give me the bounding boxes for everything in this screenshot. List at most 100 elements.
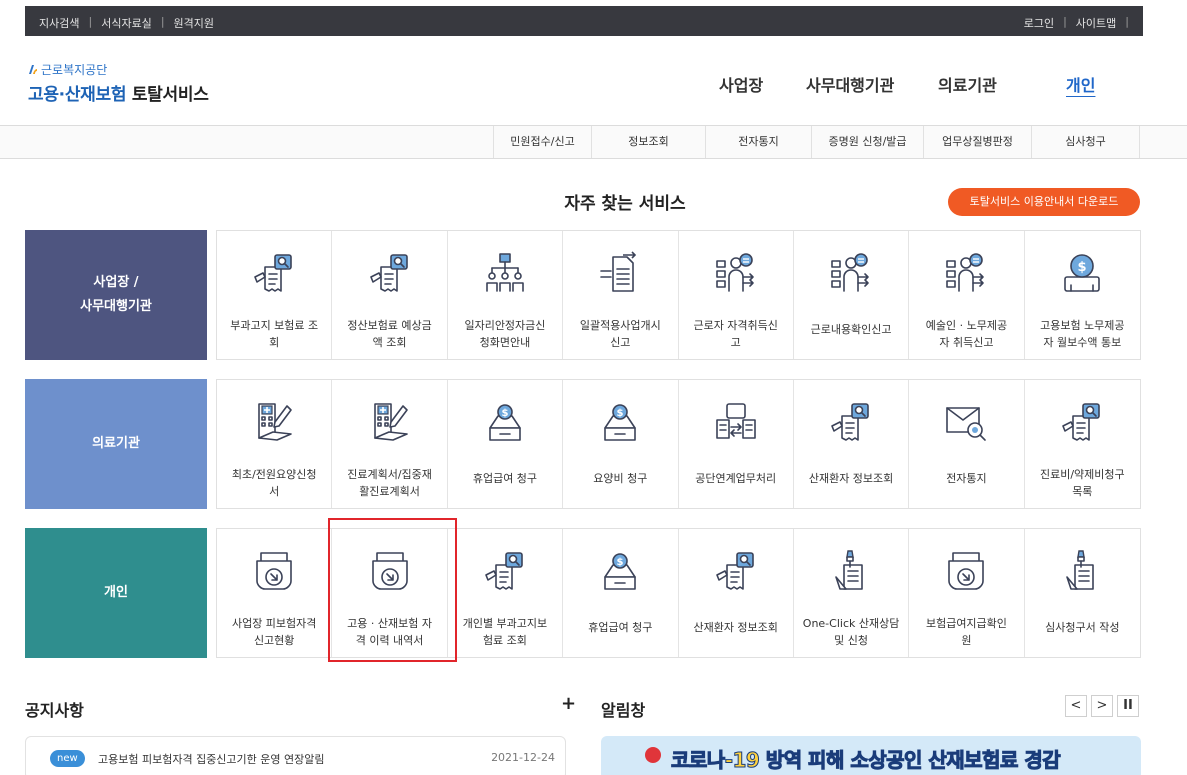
service-tile-label: 근로자 자격취득신고 — [683, 317, 789, 351]
service-tile-label: 정산보험료 예상금액 조회 — [336, 317, 442, 351]
service-tile-label-line: 산재환자 정보조회 — [693, 621, 778, 634]
service-tile-label: 산재환자 정보조회 — [683, 619, 789, 636]
login-link[interactable]: 로그인 — [1024, 15, 1054, 31]
notice-title: 공지사항 — [25, 701, 84, 720]
service-tile[interactable]: $ 요양비 청구 — [563, 380, 679, 508]
next-button[interactable]: > — [1091, 695, 1113, 717]
service-tile[interactable]: 보험급여지급확인 원 — [909, 529, 1025, 657]
pen-document-icon — [828, 549, 874, 593]
service-grid-personal: 사업장 피보험자격 신고현황 고용 · 산재보험 자격 이력 내역서 개인별 부과고지… — [216, 528, 1141, 658]
service-tile[interactable]: 최초/전원요양신청 서 — [217, 380, 333, 508]
service-tile-label-line: 고 — [730, 336, 741, 349]
nav-business[interactable]: 사업장 — [719, 72, 763, 96]
site-logo[interactable]: 근로복지공단 고용·산재보험 토탈서비스 — [28, 61, 209, 105]
banner-text: 코로나-19 방역 피해 소상공인 산재보험료 경감 — [670, 748, 1061, 773]
service-tile[interactable]: 진료계획서/집중재 활진료계획서 — [332, 380, 448, 508]
coin-box-icon: $ — [597, 400, 643, 444]
sitemap-link[interactable]: 사이트맵 — [1076, 15, 1116, 31]
category-label: 개인 — [104, 585, 128, 600]
pin-icon — [645, 747, 661, 763]
service-tile-label-line: 원 — [961, 634, 972, 647]
service-tile-label: 전자통지 — [913, 470, 1019, 487]
service-tile-label: 산재환자 정보조회 — [798, 470, 904, 487]
notice-item[interactable]: new 고용보험 피보험자격 집중신고기한 운영 연장알림 2021-12-24 — [25, 736, 566, 775]
separator: | — [1125, 15, 1129, 28]
service-tile-label-line: 진료계획서/집중재 — [347, 468, 432, 481]
service-tile-label: 근로내용확인신고 — [798, 321, 904, 338]
service-tile-label-line: 일자리안정자금신 — [464, 319, 546, 332]
service-tile-label: 부과고지 보험료 조회 — [221, 317, 327, 351]
service-tile-label: 요양비 청구 — [567, 470, 673, 487]
org-name-text: 근로복지공단 — [41, 63, 108, 77]
service-tile[interactable]: 근로내용확인신고 — [794, 231, 910, 359]
service-tile-label: 진료비/약제비청구 목록 — [1029, 466, 1136, 500]
service-tile[interactable]: 산재환자 정보조회 — [794, 380, 910, 508]
subnav-petition[interactable]: 민원접수/신고 — [493, 126, 592, 158]
service-tile[interactable]: 정산보험료 예상금액 조회 — [332, 231, 448, 359]
service-tile-label-line: 격 이력 내역서 — [355, 634, 424, 647]
branch-search-link[interactable]: 지사검색 — [39, 15, 79, 31]
coin-box-icon: $ — [597, 549, 643, 593]
forms-library-link[interactable]: 서식자료실 — [101, 15, 152, 31]
nav-agency[interactable]: 사무대행기관 — [806, 72, 894, 96]
service-tile-label-line: 근로자 자격취득신 — [693, 319, 778, 332]
document-arrow-icon — [597, 251, 643, 295]
subnav-disease-judgment[interactable]: 업무상질병판정 — [924, 126, 1032, 158]
service-tile[interactable]: 전자통지 — [909, 380, 1025, 508]
service-tile-label: 고용보험 노무제공자 월보수액 통보 — [1029, 317, 1136, 351]
notice-text: 고용보험 피보험자격 집중신고기한 운영 연장알림 — [98, 753, 325, 766]
logo-mark-icon — [28, 64, 38, 75]
service-tile-label-line: 고용보험 노무제공 — [1040, 319, 1125, 332]
mail-search-icon — [943, 400, 989, 444]
category-medical: 의료기관 — [25, 379, 207, 509]
service-tile[interactable]: $ 휴업급여 청구 — [563, 529, 679, 657]
service-tile-label-line: 부과고지 보험료 조 — [230, 319, 319, 332]
service-tile-label-line: 액 조회 — [372, 336, 407, 349]
service-tile-label-line: 자 월보수액 통보 — [1043, 336, 1122, 349]
service-tile[interactable]: 근로자 자격취득신고 — [679, 231, 794, 359]
service-tile[interactable]: One-Click 산재상담 및 신청 — [794, 529, 910, 657]
svg-text:$: $ — [501, 408, 508, 419]
prev-button[interactable]: < — [1065, 695, 1087, 717]
bill-search-icon — [482, 549, 528, 593]
service-tile-label-line: 요양비 청구 — [593, 472, 648, 485]
service-tile[interactable]: 일괄적용사업개시신고 — [563, 231, 679, 359]
notice-more-button[interactable]: + — [561, 693, 576, 714]
service-tile-label-line: 심사청구서 작성 — [1045, 621, 1120, 634]
service-tile[interactable]: 예술인 · 노무제공 자 취득신고 — [909, 231, 1025, 359]
service-tile-label-line: 험료 조회 — [482, 634, 527, 647]
service-tile-label-line: 정산보험료 예상금 — [347, 319, 432, 332]
new-badge: new — [50, 750, 85, 767]
worker-list-icon — [828, 251, 874, 295]
guide-download-button[interactable]: 토탈서비스 이용안내서 다운로드 — [948, 188, 1140, 216]
service-tile[interactable]: 개인별 부과고지보 험료 조회 — [448, 529, 564, 657]
remote-support-link[interactable]: 원격지원 — [174, 15, 214, 31]
service-tile[interactable]: 고용 · 산재보험 자격 이력 내역서 — [332, 529, 448, 657]
pause-button[interactable]: II — [1117, 695, 1139, 717]
service-tile[interactable]: 공단연계업무처리 — [679, 380, 794, 508]
top-utility-bar: 지사검색 | 서식자료실 | 원격지원 로그인 | 사이트맵 | — [25, 6, 1143, 36]
service-tile[interactable]: $ 휴업급여 청구 — [448, 380, 564, 508]
service-tile[interactable]: 진료비/약제비청구 목록 — [1025, 380, 1140, 508]
subnav-info-lookup[interactable]: 정보조회 — [592, 126, 706, 158]
subnav-e-notice[interactable]: 전자통지 — [706, 126, 812, 158]
service-tile[interactable]: 일자리안정자금신 청화면안내 — [448, 231, 564, 359]
notice-date: 2021-12-24 — [491, 751, 555, 764]
alarm-banner[interactable]: 코로나-19 방역 피해 소상공인 산재보험료 경감 — [601, 736, 1141, 775]
bill-search-icon — [828, 400, 874, 444]
service-tile-label-line: 신고 — [610, 336, 631, 349]
service-tile[interactable]: 부과고지 보험료 조회 — [217, 231, 333, 359]
subnav-certificate[interactable]: 증명원 신청/발급 — [812, 126, 924, 158]
service-tile[interactable]: 사업장 피보험자격 신고현황 — [217, 529, 333, 657]
category-personal: 개인 — [25, 528, 207, 658]
nav-personal[interactable]: 개인 — [1066, 72, 1095, 96]
service-tile[interactable]: 산재환자 정보조회 — [679, 529, 794, 657]
subnav-appeal[interactable]: 심사청구 — [1032, 126, 1140, 158]
service-tile-label-line: 사업장 피보험자격 — [231, 617, 317, 630]
nav-medical[interactable]: 의료기관 — [938, 72, 997, 96]
worker-list-icon — [943, 251, 989, 295]
service-tile[interactable]: $ 고용보험 노무제공 자 월보수액 통보 — [1025, 231, 1140, 359]
service-tile-label-line: 일괄적용사업개시 — [579, 319, 661, 332]
service-tile[interactable]: 심사청구서 작성 — [1025, 529, 1140, 657]
separator: | — [160, 15, 165, 28]
